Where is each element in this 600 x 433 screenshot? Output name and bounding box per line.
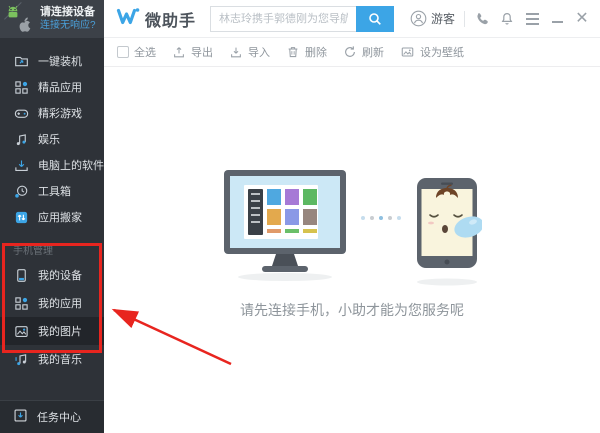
empty-state-message: 请先连接手机，小助才能为您服务呢 bbox=[240, 302, 464, 318]
select-all-button[interactable]: 全选 bbox=[117, 44, 156, 60]
toolbar-label: 导入 bbox=[248, 47, 270, 59]
toolbar-label: 设为壁纸 bbox=[420, 47, 464, 59]
task-download-icon bbox=[13, 408, 28, 426]
sidebar-item-my-pictures[interactable]: 我的图片 bbox=[0, 317, 104, 345]
connection-dots bbox=[361, 216, 401, 220]
import-button[interactable]: 导入 bbox=[229, 44, 270, 60]
sidebar-item-pc-software[interactable]: 电脑上的软件 bbox=[0, 152, 104, 178]
toolbar: 全选 导出 导入 删除 刷新 设为壁纸 bbox=[104, 38, 600, 67]
export-button[interactable]: 导出 bbox=[172, 44, 213, 60]
search-icon bbox=[369, 12, 381, 25]
close-icon[interactable]: ✕ bbox=[574, 10, 590, 27]
toolbar-label: 删除 bbox=[305, 47, 327, 59]
connect-help-link[interactable]: 连接无响应? bbox=[40, 20, 96, 33]
app-title: 微助手 bbox=[145, 12, 197, 30]
user-label: 游客 bbox=[430, 12, 455, 26]
music-icon bbox=[13, 351, 29, 367]
sidebar-main-menu: 一键装机 精品应用 精彩游戏 娱乐 电脑上的软件 工具箱 应用搬家 bbox=[0, 48, 104, 230]
search-button[interactable] bbox=[356, 5, 395, 32]
content-area: 请先连接手机，小助才能为您服务呢 bbox=[104, 67, 600, 433]
sidebar-item-label: 精品应用 bbox=[38, 82, 82, 94]
sidebar-item-label: 我的音乐 bbox=[38, 354, 82, 366]
device-connect-area[interactable]: 请连接设备 连接无响应? bbox=[0, 0, 104, 38]
apps-icon bbox=[13, 79, 29, 95]
checkbox-icon[interactable] bbox=[117, 46, 129, 58]
platform-icons bbox=[4, 2, 38, 36]
export-icon bbox=[174, 47, 184, 58]
apps-icon bbox=[13, 295, 29, 311]
menu-icon[interactable] bbox=[524, 11, 540, 27]
sidebar-item-featured-apps[interactable]: 精品应用 bbox=[0, 74, 104, 100]
sidebar-item-label: 应用搬家 bbox=[38, 212, 82, 224]
toolbox-icon bbox=[13, 183, 29, 199]
toolbar-label: 导出 bbox=[191, 47, 213, 59]
toolbar-label: 刷新 bbox=[362, 47, 384, 59]
sidebar-item-my-apps[interactable]: 我的应用 bbox=[0, 289, 104, 317]
sleeping-phone-graphic bbox=[417, 178, 482, 268]
sidebar-item-label: 一键装机 bbox=[38, 56, 82, 68]
app-mover-icon bbox=[13, 209, 29, 225]
sidebar-item-app-mover[interactable]: 应用搬家 bbox=[0, 204, 104, 230]
search-box bbox=[210, 5, 395, 32]
divider bbox=[464, 10, 465, 27]
install-icon bbox=[13, 53, 29, 69]
titlebar-controls: 游客 ✕ bbox=[410, 10, 590, 27]
app-window: 请连接设备 连接无响应? 一键装机 精品应用 精彩游戏 娱乐 电脑上的软件 工具… bbox=[0, 0, 600, 433]
main-area: 微助手 游客 bbox=[104, 0, 600, 433]
user-icon bbox=[410, 10, 427, 27]
sidebar-item-games[interactable]: 精彩游戏 bbox=[0, 100, 104, 126]
sidebar-item-label: 电脑上的软件 bbox=[38, 160, 104, 172]
sidebar-item-label: 工具箱 bbox=[38, 186, 71, 198]
wallpaper-icon bbox=[401, 47, 414, 57]
music-icon bbox=[13, 131, 29, 147]
phone-call-icon[interactable] bbox=[474, 11, 490, 27]
trash-icon bbox=[288, 47, 298, 58]
pictures-icon bbox=[13, 323, 29, 339]
sidebar-item-my-music[interactable]: 我的音乐 bbox=[0, 345, 104, 373]
sidebar-item-task-center[interactable]: 任务中心 bbox=[0, 400, 104, 433]
sidebar-item-one-key-install[interactable]: 一键装机 bbox=[0, 48, 104, 74]
titlebar: 微助手 游客 bbox=[104, 0, 600, 38]
sidebar-item-label: 我的设备 bbox=[38, 270, 82, 282]
sidebar: 请连接设备 连接无响应? 一键装机 精品应用 精彩游戏 娱乐 电脑上的软件 工具… bbox=[0, 0, 104, 433]
sidebar-item-label: 我的应用 bbox=[38, 298, 82, 310]
device-icon bbox=[13, 267, 29, 283]
import-icon bbox=[231, 47, 241, 58]
connect-status: 请连接设备 bbox=[40, 5, 95, 18]
minimize-icon[interactable] bbox=[549, 11, 565, 27]
sidebar-item-toolbox[interactable]: 工具箱 bbox=[0, 178, 104, 204]
toolbar-label: 全选 bbox=[134, 47, 156, 59]
connect-phone-illustration bbox=[224, 170, 482, 286]
sidebar-phone-menu: 我的设备 我的应用 我的图片 我的音乐 bbox=[0, 261, 104, 373]
search-input[interactable] bbox=[210, 5, 357, 32]
sidebar-item-label: 任务中心 bbox=[37, 412, 81, 424]
monitor-graphic bbox=[224, 170, 346, 272]
user-account[interactable]: 游客 bbox=[410, 10, 455, 27]
sidebar-item-label: 精彩游戏 bbox=[38, 108, 82, 120]
sidebar-item-entertainment[interactable]: 娱乐 bbox=[0, 126, 104, 152]
apple-icon bbox=[19, 17, 31, 32]
delete-button[interactable]: 删除 bbox=[286, 44, 327, 60]
pc-software-icon bbox=[13, 157, 29, 173]
game-icon bbox=[13, 105, 29, 121]
section-label-phone-management: 手机管理 bbox=[13, 246, 53, 257]
sidebar-item-my-device[interactable]: 我的设备 bbox=[0, 261, 104, 289]
logo-w-icon bbox=[116, 7, 140, 32]
set-wallpaper-button[interactable]: 设为壁纸 bbox=[400, 44, 464, 60]
sidebar-item-label: 我的图片 bbox=[38, 326, 82, 338]
bell-icon[interactable] bbox=[499, 11, 515, 27]
sidebar-item-label: 娱乐 bbox=[38, 134, 60, 146]
refresh-icon bbox=[345, 46, 355, 57]
refresh-button[interactable]: 刷新 bbox=[343, 44, 384, 60]
